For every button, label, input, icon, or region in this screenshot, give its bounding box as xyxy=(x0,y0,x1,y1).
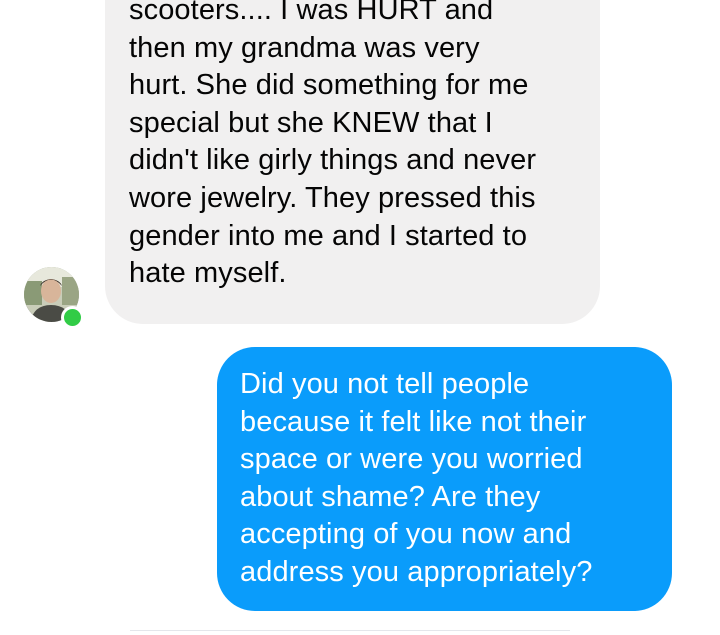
incoming-message-text: scooters.... I was HURT and then my grand… xyxy=(129,0,536,293)
outgoing-line-5: accepting of you now and xyxy=(240,518,572,551)
outgoing-line-2: because it felt like not their xyxy=(240,405,587,438)
outgoing-message-text: Did you not tell people because it felt l… xyxy=(240,366,592,592)
message-thread: scooters.... I was HURT and then my grand… xyxy=(0,0,720,635)
incoming-line-6: wore jewelry. They pressed this xyxy=(129,181,536,214)
incoming-line-3: hurt. She did something for me xyxy=(129,69,529,102)
outgoing-line-4: about shame? Are they xyxy=(240,480,541,513)
incoming-line-5: didn't like girly things and never xyxy=(129,144,537,177)
incoming-line-7: gender into me and I started to xyxy=(129,219,528,252)
incoming-line-2: then my grandma was very xyxy=(129,31,480,64)
outgoing-line-3: space or were you worried xyxy=(240,443,583,476)
online-status-dot xyxy=(61,306,84,329)
outgoing-message-bubble[interactable]: Did you not tell people because it felt l… xyxy=(217,347,672,611)
incoming-message-bubble[interactable]: scooters.... I was HURT and then my grand… xyxy=(105,0,600,324)
incoming-line-8: hate myself. xyxy=(129,257,287,290)
outgoing-line-6: address you appropriately? xyxy=(240,555,593,588)
incoming-line-4: special but she KNEW that I xyxy=(129,106,493,139)
incoming-line-1: scooters.... I was HURT and xyxy=(129,0,494,26)
outgoing-line-1: Did you not tell people xyxy=(240,368,530,400)
composer-divider xyxy=(130,630,570,635)
